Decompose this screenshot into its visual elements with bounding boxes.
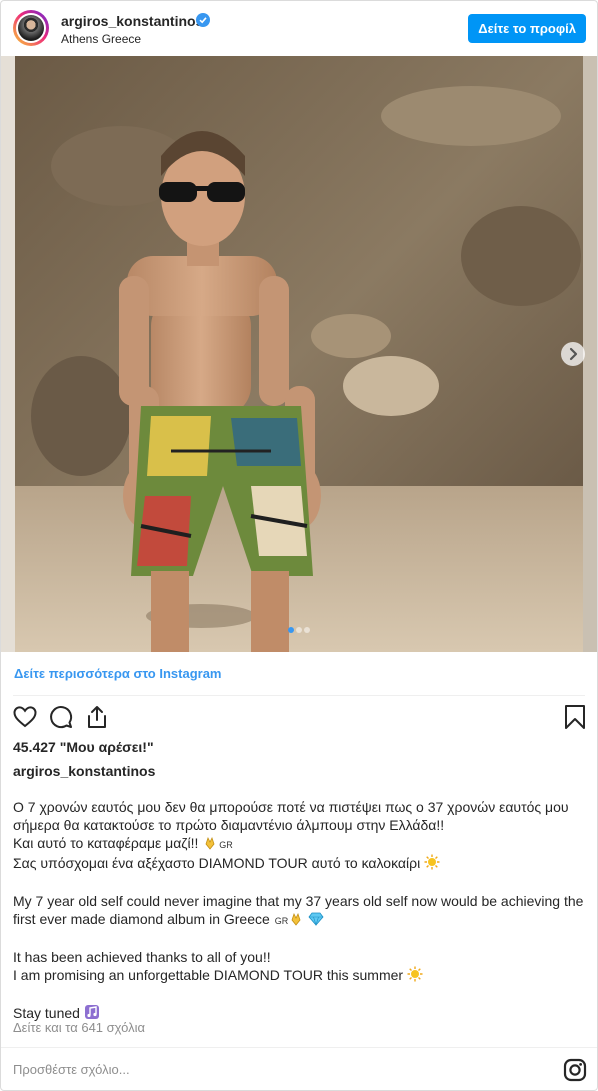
- chevron-right-icon: [569, 347, 578, 361]
- username-link[interactable]: argiros_konstantinos: [61, 13, 203, 29]
- diamond-emoji: [308, 912, 324, 930]
- caption-line: I am promising an unforgettable DIAMOND …: [13, 966, 588, 986]
- caption-line: σήμερα θα κατακτούσε το πρώτο διαμαντένι…: [13, 817, 445, 833]
- post-header: argiros_konstantinos Athens Greece Δείτε…: [1, 1, 597, 55]
- caption-text: Ο 7 χρονών εαυτός μου δεν θα μπορούσε πο…: [13, 798, 588, 1024]
- avatar[interactable]: [13, 10, 49, 46]
- carousel-dot: [304, 627, 310, 633]
- pray-emoji: [202, 836, 218, 854]
- caption-line: Ο 7 χρονών εαυτός μου δεν θα μπορούσε πο…: [13, 799, 569, 815]
- caption-line: Σας υπόσχομαι ένα αξέχαστο DIAMOND TOUR …: [13, 854, 588, 874]
- bookmark-icon[interactable]: [564, 704, 586, 735]
- verified-badge-icon: [196, 13, 210, 27]
- caption-line: Και αυτό το καταφέραμε μαζί!! GR: [13, 834, 588, 854]
- heart-icon[interactable]: [12, 704, 38, 735]
- carousel-dot: [288, 627, 294, 633]
- sun-emoji: [407, 966, 423, 986]
- caption-line: It has been achieved thanks to all of yo…: [13, 949, 271, 965]
- instagram-embed-card: argiros_konstantinos Athens Greece Δείτε…: [0, 0, 598, 1091]
- caption-line: My 7 year old self could never imagine t…: [13, 893, 584, 909]
- view-all-comments-link[interactable]: Δείτε και τα 641 σχόλια: [13, 1020, 145, 1035]
- view-profile-button[interactable]: Δείτε το προφίλ: [468, 14, 586, 43]
- action-bar: [1, 704, 597, 732]
- flag-gr-emoji: GR: [219, 840, 233, 850]
- share-icon[interactable]: [84, 704, 110, 735]
- flag-gr-emoji: GR: [274, 916, 289, 926]
- carousel-dot: [296, 627, 302, 633]
- likes-count[interactable]: 45.427 "Μου αρέσει!": [13, 739, 154, 755]
- divider: [13, 695, 585, 696]
- location-link[interactable]: Athens Greece: [61, 32, 141, 46]
- carousel-indicator: [1, 620, 597, 638]
- caption-line: first ever made diamond album in Greece …: [13, 910, 588, 930]
- sun-emoji: [424, 854, 440, 874]
- instagram-logo-icon[interactable]: [563, 1058, 587, 1087]
- add-comment-input[interactable]: Προσθέστε σχόλιο...: [13, 1062, 130, 1077]
- comment-icon[interactable]: [48, 704, 74, 735]
- pray-emoji: [288, 912, 304, 930]
- photo-image: [1, 56, 597, 652]
- see-more-on-instagram-link[interactable]: Δείτε περισσότερα στο Instagram: [14, 666, 222, 681]
- caption-author[interactable]: argiros_konstantinos: [13, 763, 155, 779]
- divider: [1, 1047, 597, 1048]
- next-slide-button[interactable]: [561, 342, 585, 366]
- post-photo[interactable]: [1, 56, 597, 652]
